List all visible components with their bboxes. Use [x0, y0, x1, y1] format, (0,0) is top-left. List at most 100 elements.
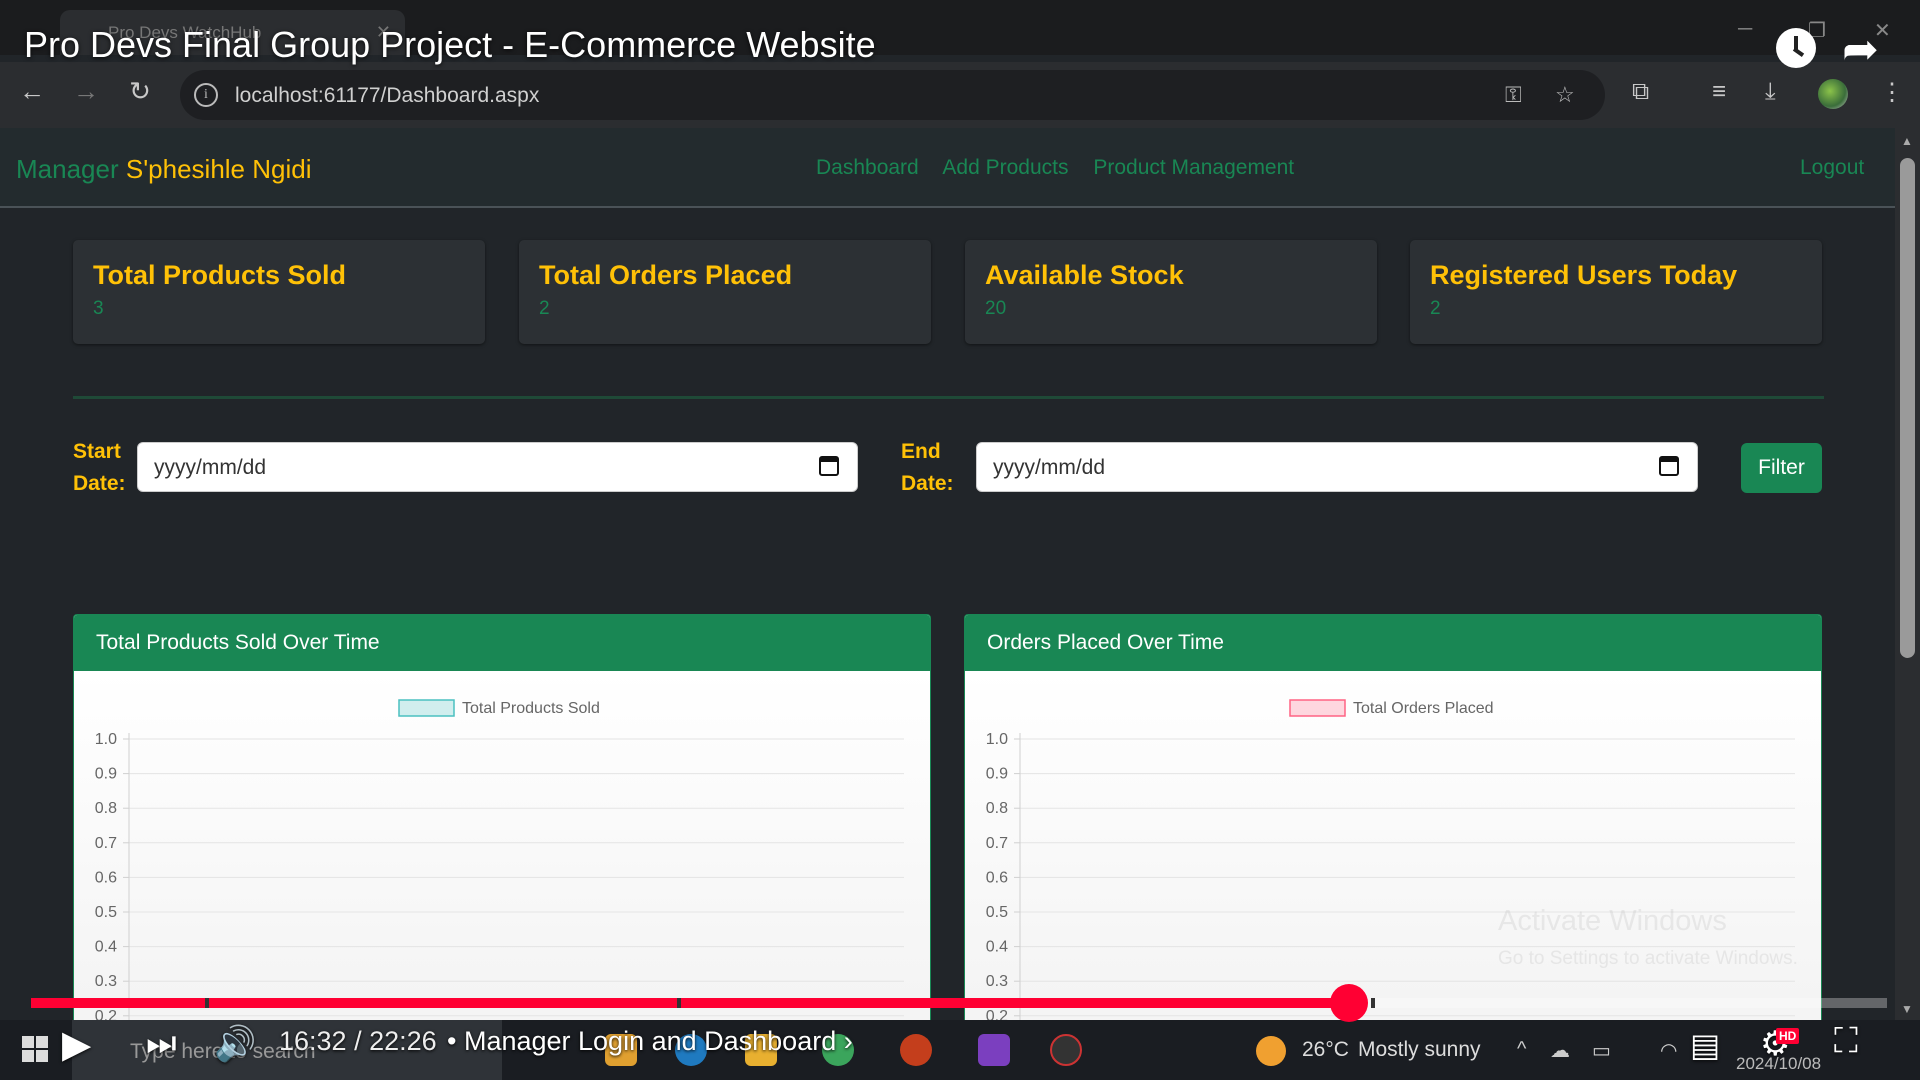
scrollbar-thumb[interactable] — [1900, 158, 1915, 658]
share-icon[interactable]: ➦ — [1842, 24, 1879, 75]
scroll-up-icon[interactable]: ▲ — [1901, 134, 1913, 148]
brand-role: Manager — [16, 154, 119, 184]
legend-swatch — [398, 699, 455, 717]
hd-badge: HD — [1776, 1028, 1800, 1044]
chapter-marker — [205, 998, 209, 1008]
powerpoint-icon[interactable] — [900, 1034, 932, 1066]
nav-link-product-management[interactable]: Product Management — [1093, 156, 1294, 179]
brand-user-name: S'phesihle Ngidi — [125, 154, 312, 184]
chart-card-products-sold: Total Products Sold Over Time Total Prod… — [73, 614, 931, 1080]
site-info-icon[interactable]: i — [194, 83, 218, 107]
end-date-label: End Date: — [901, 440, 954, 495]
video-scrubber-knob[interactable] — [1329, 984, 1368, 1022]
extensions-icon[interactable]: ⧉ — [1632, 78, 1649, 106]
watch-later-icon[interactable] — [1776, 28, 1816, 68]
chart-body: Total Products Sold 1.0 0.9 0.8 0.7 0.6 0.5 0.4… — [74, 671, 930, 1080]
subtitles-icon[interactable]: ▤ — [1690, 1026, 1720, 1064]
stat-value: 2 — [1430, 298, 1441, 319]
reload-icon[interactable]: ↻ — [122, 76, 158, 107]
video-chapter-title[interactable]: • Manager Login and Dashboard › — [447, 1026, 853, 1057]
y-tick-label: 0.9 — [95, 766, 117, 783]
logout-link[interactable]: Logout — [1800, 156, 1864, 180]
bookmark-star-icon[interactable]: ☆ — [1555, 82, 1575, 108]
y-tick-label: 0.6 — [95, 869, 117, 886]
legend-swatch — [1289, 699, 1346, 717]
chart-body: Total Orders Placed 1.0 0.9 0.8 0.7 0.6 0.5 0.4… — [965, 671, 1821, 1080]
stat-card-available-stock: Available Stock 20 — [965, 240, 1377, 344]
video-title: Pro Devs Final Group Project - E-Commerc… — [24, 24, 876, 65]
end-date-placeholder: yyyy/mm/dd — [993, 456, 1106, 479]
stat-value: 3 — [93, 298, 104, 319]
stat-card-products-sold: Total Products Sold 3 — [73, 240, 485, 344]
url-text: localhost:61177/Dashboard.aspx — [235, 84, 540, 107]
chart-title: Total Products Sold Over Time — [74, 615, 930, 671]
stat-title: Total Orders Placed — [539, 260, 793, 290]
y-tick-label: 0.6 — [986, 869, 1008, 886]
nav-links: Dashboard Add Products Product Managemen… — [816, 156, 1313, 180]
legend-label: Total Orders Placed — [1353, 700, 1494, 717]
stat-title: Available Stock — [985, 260, 1184, 290]
calendar-icon[interactable] — [819, 456, 839, 476]
legend-label: Total Products Sold — [462, 700, 600, 717]
y-tick-label: 0.5 — [95, 904, 117, 921]
nav-link-add-products[interactable]: Add Products — [942, 156, 1068, 179]
filter-button[interactable]: Filter — [1741, 443, 1822, 493]
scroll-down-icon[interactable]: ▼ — [1901, 1002, 1913, 1016]
video-progress-fill — [31, 998, 1349, 1008]
products-sold-chart: Total Products Sold 1.0 0.9 0.8 0.7 0.6 0.5 0.4… — [95, 699, 904, 1080]
video-time: 16:32 / 22:26 — [279, 1026, 437, 1056]
exit-fullscreen-icon[interactable]: ⛶ — [1834, 1022, 1858, 1061]
play-icon[interactable]: ▶ — [62, 1022, 91, 1067]
screen: Pro Devs WatchHub ✕ ─ ❐ ✕ ← → ↻ i localh… — [0, 0, 1920, 1080]
weather-condition: Mostly sunny — [1358, 1038, 1481, 1061]
volume-icon[interactable]: 🔊 — [214, 1024, 256, 1064]
y-tick-label: 0.3 — [95, 973, 117, 990]
chart-title: Orders Placed Over Time — [965, 615, 1821, 671]
tray-chevron-icon[interactable]: ^ — [1517, 1038, 1526, 1061]
y-tick-label: 0.8 — [986, 800, 1008, 817]
stat-card-orders-placed: Total Orders Placed 2 — [519, 240, 931, 344]
nav-link-dashboard[interactable]: Dashboard — [816, 156, 919, 179]
windows-start-icon[interactable] — [22, 1036, 48, 1062]
stat-title: Total Products Sold — [93, 260, 347, 290]
profile-avatar[interactable] — [1818, 79, 1848, 109]
visual-studio-icon[interactable] — [978, 1034, 1010, 1066]
menu-kebab-icon[interactable]: ⋮ — [1880, 78, 1904, 107]
y-tick-label: 1.0 — [95, 731, 117, 748]
forward-icon[interactable]: → — [68, 76, 104, 107]
y-tick-label: 0.5 — [986, 904, 1008, 921]
start-date-placeholder: yyyy/mm/dd — [154, 456, 267, 479]
onedrive-icon[interactable]: ☁ — [1550, 1038, 1570, 1063]
start-date-label: Start Date: — [73, 440, 126, 495]
stat-card-registered-users: Registered Users Today 2 — [1410, 240, 1822, 344]
orders-placed-chart: Total Orders Placed 1.0 0.9 0.8 0.7 0.6 0.5 0.4… — [986, 699, 1795, 1080]
y-tick-label: 1.0 — [986, 731, 1008, 748]
stat-title: Registered Users Today — [1430, 260, 1738, 290]
video-progress-bar[interactable] — [31, 998, 1887, 1008]
battery-icon[interactable]: ▭ — [1592, 1038, 1611, 1063]
key-icon[interactable]: ⚿ — [1505, 82, 1522, 108]
weather-icon[interactable] — [1256, 1036, 1286, 1066]
page-scrollbar[interactable]: ▲ ▼ — [1895, 128, 1920, 1020]
minimize-icon[interactable]: ─ — [1738, 18, 1752, 41]
end-date-input[interactable]: yyyy/mm/dd — [976, 442, 1698, 492]
y-tick-label: 0.7 — [95, 835, 117, 852]
next-video-icon[interactable]: ⏭ — [146, 1024, 177, 1063]
back-icon[interactable]: ← — [14, 76, 50, 107]
navbar-brand[interactable]: Manager S'phesihle Ngidi — [16, 154, 312, 185]
calendar-icon[interactable] — [1659, 456, 1679, 476]
download-icon[interactable]: ⤓ — [1765, 78, 1776, 106]
stat-value: 20 — [985, 298, 1007, 319]
wifi-icon[interactable]: ◠ — [1660, 1038, 1677, 1063]
y-tick-label: 0.3 — [986, 973, 1008, 990]
address-bar[interactable]: i localhost:61177/Dashboard.aspx ⚿ ☆ — [180, 70, 1605, 120]
y-tick-label: 0.9 — [986, 766, 1008, 783]
chapter-marker — [1371, 998, 1375, 1008]
weather-temperature: 26°C — [1302, 1038, 1349, 1061]
start-date-input[interactable]: yyyy/mm/dd — [137, 442, 858, 492]
app-icon[interactable] — [1050, 1034, 1082, 1066]
activate-windows-watermark: Activate Windows Go to Settings to activ… — [1498, 905, 1798, 969]
y-tick-label: 0.8 — [95, 800, 117, 817]
media-control-icon[interactable]: ≡ — [1712, 78, 1726, 106]
y-tick-label: 0.7 — [986, 835, 1008, 852]
